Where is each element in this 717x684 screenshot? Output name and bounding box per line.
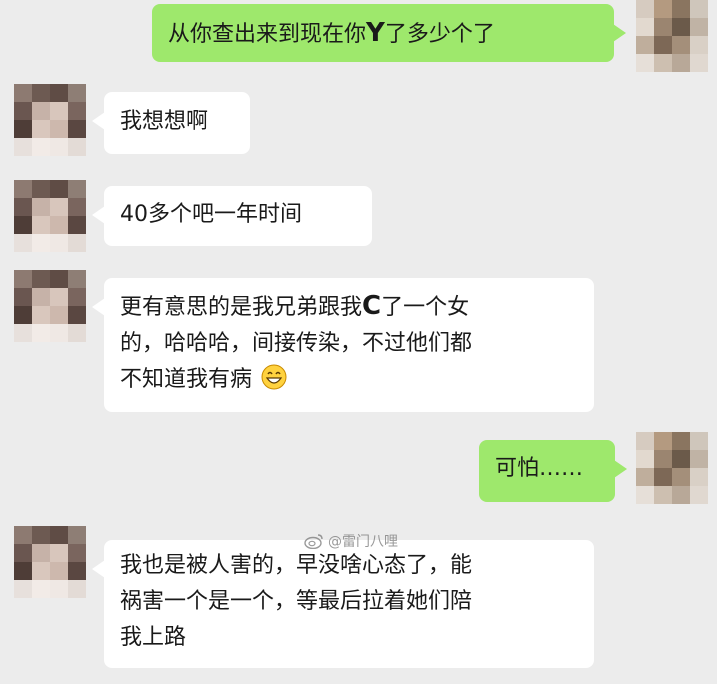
grinning-face-emoji xyxy=(261,364,287,390)
avatar-contact[interactable] xyxy=(14,84,86,156)
message-line: 我也是被人害的，早没啥心态了，能 xyxy=(120,553,473,578)
avatar-self[interactable] xyxy=(636,0,708,72)
message-bubble-incoming: 我想想啊 xyxy=(92,92,250,154)
message-line: 不知道我有病 xyxy=(120,362,578,398)
avatar-contact[interactable] xyxy=(14,526,86,598)
message-bubble-incoming: 更有意思的是我兄弟跟我C了一个女 的，哈哈哈，间接传染，不过他们都 不知道我有病 xyxy=(92,278,594,412)
avatar-self[interactable] xyxy=(636,432,708,504)
watermark-text: @雷门八哩 xyxy=(328,534,398,550)
message-text: 从你查出来到现在你Y了多少个了 xyxy=(168,18,495,48)
message-bubble-incoming: 我也是被人害的，早没啥心态了，能 祸害一个是一个，等最后拉着她们陪 我上路 xyxy=(92,540,594,668)
message-line: 的，哈哈哈，间接传染，不过他们都 xyxy=(120,331,473,356)
message-bubble-outgoing: 可怕…… xyxy=(479,440,627,502)
avatar-contact[interactable] xyxy=(14,270,86,342)
message-line: 祸害一个是一个，等最后拉着她们陪 xyxy=(120,589,473,614)
message-text: 可怕…… xyxy=(495,456,584,481)
message-line: 我上路 xyxy=(120,625,187,650)
message-line: 更有意思的是我兄弟跟我C了一个女 xyxy=(120,291,470,321)
message-bubble-incoming: 40多个吧一年时间 xyxy=(92,186,372,246)
avatar-contact[interactable] xyxy=(14,180,86,252)
message-bubble-outgoing: 从你查出来到现在你Y了多少个了 xyxy=(152,4,626,62)
message-text: 40多个吧一年时间 xyxy=(120,202,302,227)
message-text: 我想想啊 xyxy=(120,109,209,134)
weibo-icon xyxy=(304,534,323,549)
watermark: @雷门八哩 xyxy=(304,531,398,551)
